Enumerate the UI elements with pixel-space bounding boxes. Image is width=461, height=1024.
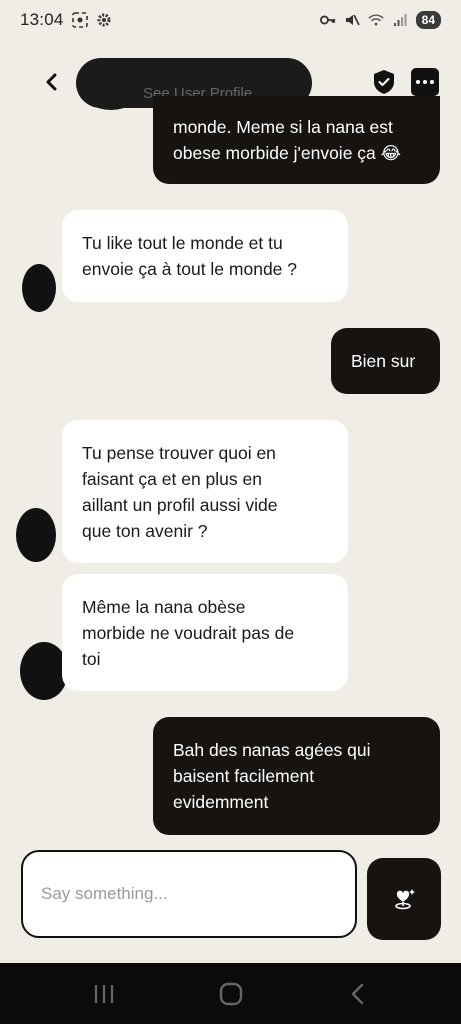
key-icon	[319, 12, 336, 28]
message-text: monde. Meme si la nana est obese morbide…	[173, 117, 402, 163]
signal-icon	[392, 12, 408, 28]
message-input[interactable]	[41, 884, 355, 904]
back-button[interactable]	[38, 68, 66, 96]
message-text: Bah des nanas agées qui baisent facileme…	[173, 740, 371, 812]
more-dots-icon	[416, 80, 420, 84]
wifi-icon	[368, 12, 384, 28]
message-text: Tu pense trouver quoi en faisant ça et e…	[82, 443, 278, 541]
mute-icon	[344, 12, 360, 28]
recent-apps-icon	[94, 984, 113, 1003]
send-like-button[interactable]	[367, 858, 441, 940]
safety-button[interactable]	[370, 68, 398, 96]
status-bar: 13:04 84	[0, 0, 461, 40]
shield-check-icon	[374, 70, 394, 94]
message-bubble-incoming: Même la nana obèse morbide ne voudrait p…	[62, 574, 348, 691]
heart-sparkle-icon	[395, 889, 415, 910]
chevron-left-icon	[46, 73, 57, 91]
recent-apps-button[interactable]	[84, 974, 124, 1014]
sender-avatar	[16, 508, 56, 562]
system-back-button[interactable]	[338, 974, 378, 1014]
message-text: Même la nana obèse morbide ne voudrait p…	[82, 597, 295, 669]
status-time: 13:04	[20, 10, 64, 29]
status-left: 13:04	[20, 10, 112, 30]
message-text: Bien sur	[351, 351, 416, 371]
sender-avatar	[20, 642, 68, 700]
home-button[interactable]	[211, 974, 251, 1014]
redacted-avatar	[82, 70, 140, 110]
message-text: Tu like tout le monde et tu envoie ça à …	[82, 233, 298, 279]
gear-icon	[96, 12, 112, 28]
home-icon	[219, 982, 242, 1005]
message-bubble-incoming: Tu like tout le monde et tu envoie ça à …	[62, 210, 348, 302]
message-bubble-incoming: Tu pense trouver quoi en faisant ça et e…	[62, 420, 348, 563]
sender-avatar	[22, 264, 56, 312]
message-bubble-outgoing: monde. Meme si la nana est obese morbide…	[153, 96, 440, 184]
more-options-button[interactable]	[411, 68, 439, 96]
message-bubble-outgoing: Bah des nanas agées qui baisent facileme…	[153, 717, 440, 835]
screenshot-icon	[71, 12, 88, 28]
back-arrow-icon	[351, 983, 363, 1004]
system-nav-bar	[0, 963, 461, 1024]
status-right: 84	[319, 11, 441, 29]
battery-indicator: 84	[415, 11, 441, 29]
message-composer	[21, 850, 357, 938]
message-bubble-outgoing: Bien sur	[331, 328, 440, 394]
